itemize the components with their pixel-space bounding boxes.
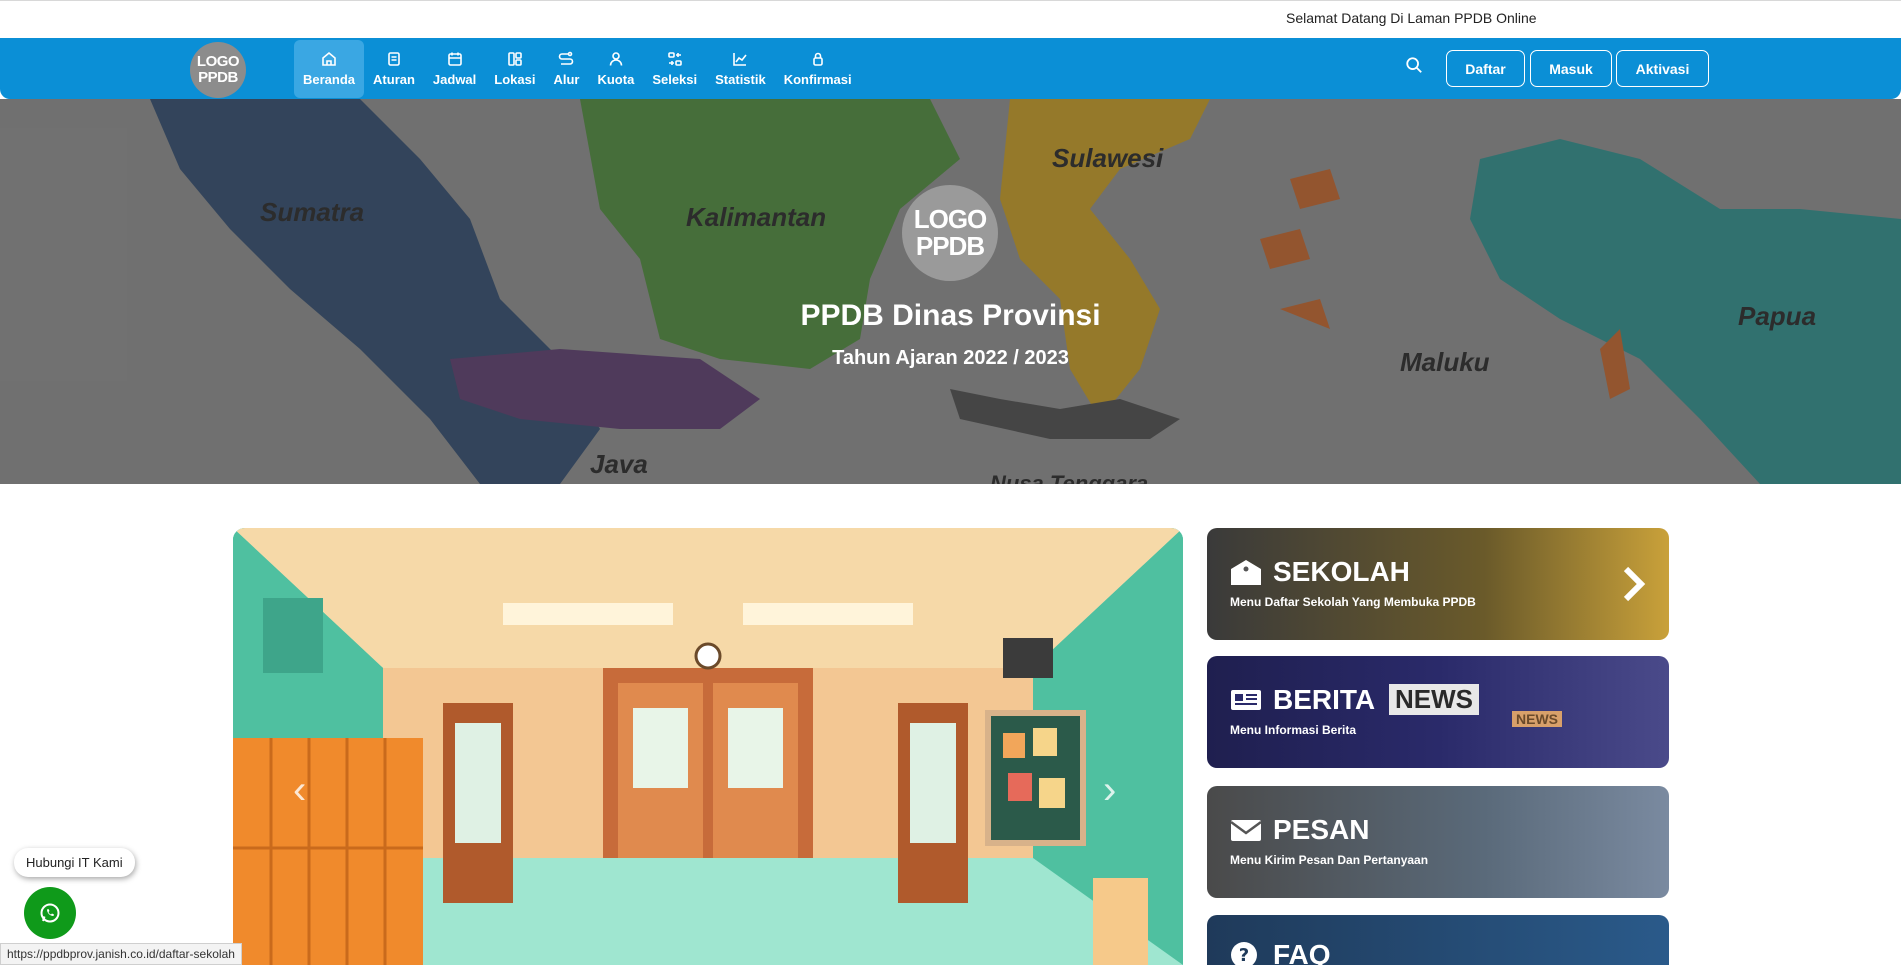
hero-logo-line-2: PPDB: [915, 231, 985, 261]
contact-it-bubble[interactable]: Hubungi IT Kami: [14, 848, 135, 877]
welcome-text: Selamat Datang Di Laman PPDB Online: [1286, 10, 1537, 26]
chevron-right-icon: [1623, 566, 1646, 602]
nav-item-alur[interactable]: Alur: [544, 40, 588, 98]
map-label-sumatra: Sumatra: [260, 197, 365, 227]
news-overlay-text: NEWS: [1389, 684, 1479, 715]
menu-card-sekolah[interactable]: SEKOLAH Menu Daftar Sekolah Yang Membuka…: [1207, 528, 1669, 640]
map-label-sulawesi: Sulawesi: [1052, 143, 1164, 173]
layout-icon: [508, 52, 522, 66]
card-desc-pesan: Menu Kirim Pesan Dan Pertanyaan: [1230, 853, 1429, 867]
map-label-nusa-tenggara: Nusa Tenggara: [990, 471, 1149, 484]
whatsapp-icon: [40, 903, 60, 923]
hero-subtitle: Tahun Ajaran 2022 / 2023: [832, 347, 1069, 369]
nav-label: Beranda: [303, 72, 356, 87]
school-hallway-illustration: [233, 528, 1183, 965]
hero-logo-line-1: LOGO: [913, 204, 988, 234]
card-desc-berita: Menu Informasi Berita: [1230, 723, 1357, 737]
search-button[interactable]: [1405, 56, 1427, 78]
whatsapp-button[interactable]: [24, 887, 76, 939]
menu-card-berita[interactable]: NEWS NEWS BERITA Menu Informasi Berita: [1207, 656, 1669, 768]
card-title-faq: ? FAQ: [1229, 939, 1331, 965]
card-title-text: FAQ: [1273, 939, 1331, 965]
envelope-icon: [1230, 820, 1262, 841]
card-title-text: SEKOLAH: [1273, 556, 1410, 587]
nav-item-jadwal[interactable]: Jadwal: [424, 40, 485, 98]
card-title-sekolah: SEKOLAH: [1229, 556, 1410, 588]
nav-item-statistik[interactable]: Statistik: [706, 40, 775, 98]
nav-item-seleksi[interactable]: Seleksi: [643, 40, 706, 98]
card-title-text: BERITA: [1273, 684, 1376, 715]
search-icon: [1406, 57, 1422, 73]
carousel-prev-button[interactable]: ‹: [293, 768, 306, 813]
logo-line-1: LOGO: [196, 53, 240, 70]
school-icon: [1231, 560, 1261, 585]
card-title-text: PESAN: [1273, 814, 1370, 845]
svg-text:?: ?: [1239, 945, 1249, 965]
hero-title: PPDB Dinas Provinsi: [800, 299, 1101, 332]
nav-menu: Beranda Aturan Jadwal Lokasi Alur Kuota …: [294, 40, 861, 98]
nav-item-lokasi[interactable]: Lokasi: [485, 40, 544, 98]
logo-line-2: PPDB: [198, 69, 238, 86]
document-icon: [388, 52, 400, 66]
nav-label: Jadwal: [432, 72, 477, 87]
daftar-button[interactable]: Daftar: [1446, 50, 1525, 87]
card-title-berita: BERITA: [1229, 684, 1375, 716]
chart-icon: [733, 53, 748, 66]
nav-label: Konfirmasi: [783, 72, 852, 87]
nav-item-konfirmasi[interactable]: Konfirmasi: [775, 40, 861, 98]
menu-card-pesan[interactable]: PESAN Menu Kirim Pesan Dan Pertanyaan: [1207, 786, 1669, 898]
menu-card-faq[interactable]: ? FAQ: [1207, 915, 1669, 965]
user-icon: [609, 52, 623, 66]
masuk-button[interactable]: Masuk: [1530, 50, 1612, 87]
sort-icon: [667, 52, 682, 66]
home-icon: [322, 51, 336, 66]
top-welcome-bar: Selamat Datang Di Laman PPDB Online: [0, 0, 1901, 38]
nav-item-aturan[interactable]: Aturan: [364, 40, 424, 98]
nav-label: Statistik: [715, 72, 766, 87]
map-label-java: Java: [590, 449, 648, 479]
hero-banner: Sumatra Kalimantan Sulawesi Papua Maluku…: [0, 99, 1901, 484]
flow-icon: [559, 51, 574, 65]
newspaper-icon: [1231, 690, 1261, 710]
status-url-bar: https://ppdbprov.janish.co.id/daftar-sek…: [0, 943, 242, 965]
nav-label: Seleksi: [652, 72, 698, 87]
hero-overlay: [0, 99, 1901, 484]
main-navbar: LOGO PPDB Beranda Aturan Jadwal Lokasi A…: [0, 38, 1901, 99]
nav-label: Lokasi: [494, 72, 536, 87]
nav-item-beranda[interactable]: Beranda: [294, 40, 365, 98]
card-desc-sekolah: Menu Daftar Sekolah Yang Membuka PPDB: [1230, 595, 1476, 609]
calendar-icon: [447, 52, 462, 66]
nav-item-kuota[interactable]: Kuota: [588, 40, 643, 98]
nav-label: Alur: [553, 72, 580, 87]
hero-logo: LOGO PPDB: [902, 185, 998, 281]
ppdb-logo[interactable]: LOGO PPDB: [190, 42, 246, 98]
image-carousel[interactable]: ‹ ›: [233, 528, 1183, 965]
news-overlay-small-text: NEWS: [1512, 711, 1562, 727]
nav-label: Kuota: [597, 72, 635, 87]
nav-label: Aturan: [373, 72, 415, 87]
lock-icon: [812, 52, 823, 66]
aktivasi-button[interactable]: Aktivasi: [1616, 50, 1709, 87]
question-icon: ?: [1231, 942, 1257, 965]
carousel-next-button[interactable]: ›: [1103, 768, 1116, 813]
map-label-kalimantan: Kalimantan: [686, 202, 827, 232]
card-title-pesan: PESAN: [1229, 814, 1369, 846]
